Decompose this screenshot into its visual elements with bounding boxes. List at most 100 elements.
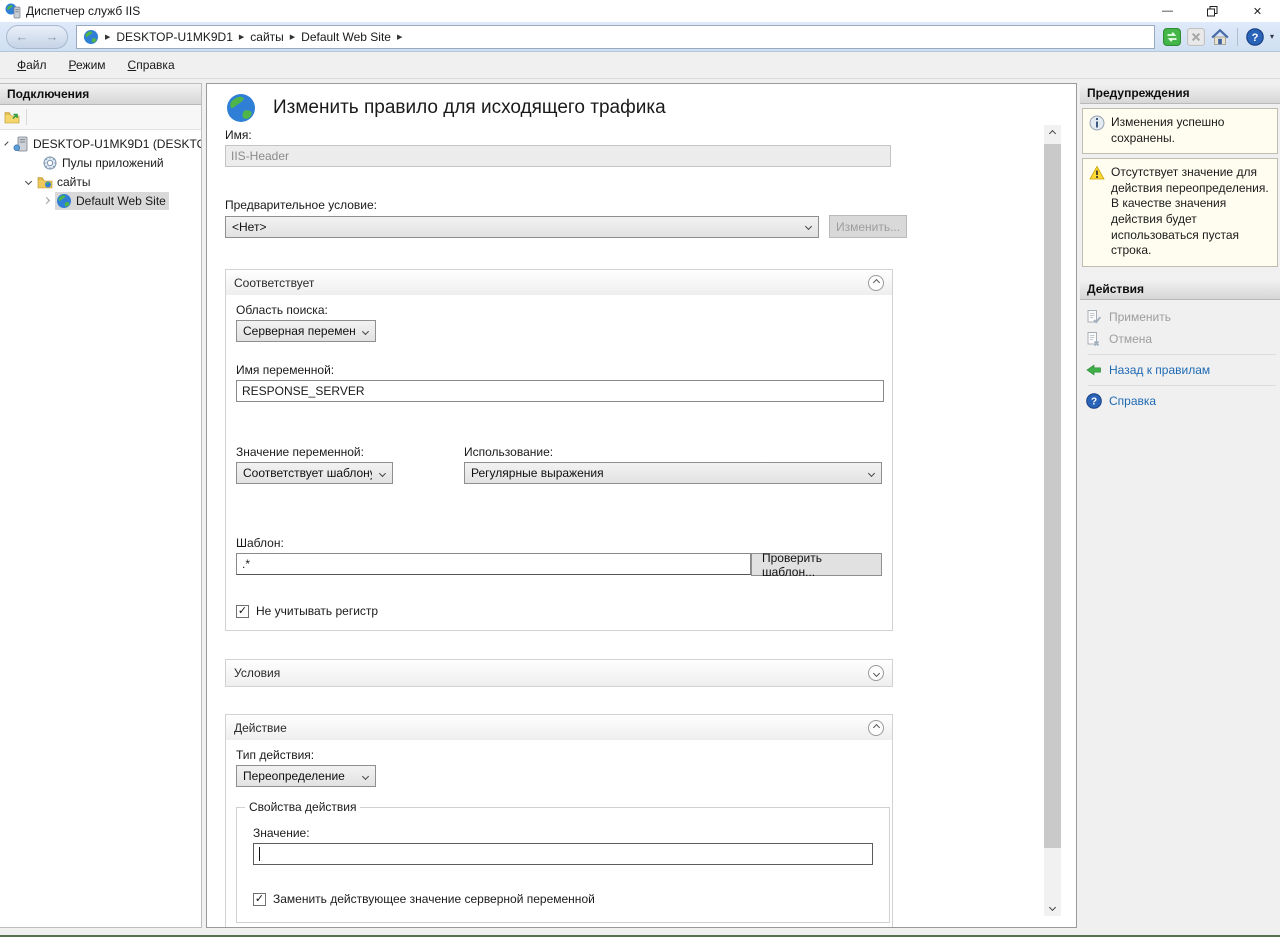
collapse-section-button[interactable] [868, 720, 884, 736]
navigation-toolbar: ← → ▶ DESKTOP-U1MK9D1 ▶ сайты ▶ Default … [0, 22, 1280, 52]
name-input: IIS-Header [225, 145, 891, 167]
help-action[interactable]: ? Справка [1086, 390, 1280, 412]
forward-arrow-icon[interactable]: → [46, 30, 59, 43]
globe-icon [83, 29, 99, 45]
pattern-input[interactable]: .* [236, 553, 751, 575]
tree-item-server[interactable]: DESKTOP-U1MK9D1 (DESKTOP [0, 134, 201, 153]
tree-item-app-pools[interactable]: Пулы приложений [0, 153, 201, 172]
variable-name-value: RESPONSE_SERVER [242, 384, 365, 398]
chevron-down-icon [362, 772, 369, 779]
title-bar: Диспетчер служб IIS — ✕ [0, 0, 1280, 22]
connections-toolbar [0, 105, 201, 130]
scope-select[interactable]: Серверная переменн [236, 320, 376, 342]
nav-back-forward: ← → [6, 25, 68, 49]
address-bar[interactable]: ▶ DESKTOP-U1MK9D1 ▶ сайты ▶ Default Web … [76, 25, 1155, 49]
expander-expanded-icon[interactable] [25, 178, 32, 185]
breadcrumb-server[interactable]: DESKTOP-U1MK9D1 [116, 30, 232, 44]
replace-value-label: Заменить действующее значение серверной … [273, 892, 595, 906]
variable-value-select[interactable]: Соответствует шаблону [236, 462, 393, 484]
connections-tree: DESKTOP-U1MK9D1 (DESKTOP Пулы приложений [0, 130, 201, 210]
match-section-header[interactable]: Соответствует [226, 270, 892, 295]
scroll-down-button[interactable] [1044, 899, 1061, 916]
page-header: Изменить правило для исходящего трафика [225, 92, 907, 124]
chevron-down-icon [362, 328, 369, 335]
collapse-section-button[interactable] [868, 275, 884, 291]
menu-file[interactable]: Файл [8, 55, 56, 75]
restore-button[interactable] [1190, 0, 1235, 22]
cancel-label: Отмена [1109, 332, 1152, 346]
tree-item-app-pools-label: Пулы приложений [62, 156, 164, 170]
breadcrumb-default-web-site[interactable]: Default Web Site [301, 30, 391, 44]
sites-folder-icon [37, 174, 53, 190]
scroll-up-button[interactable] [1044, 125, 1061, 142]
action-section-header[interactable]: Действие [226, 715, 892, 740]
value-input[interactable] [253, 843, 873, 865]
selected-tree-item: Default Web Site [55, 192, 169, 210]
precondition-value: <Нет> [232, 220, 266, 234]
vertical-scrollbar[interactable] [1044, 125, 1061, 916]
warning-icon [1089, 165, 1105, 181]
pattern-label: Шаблон: [236, 536, 882, 550]
action-type-select[interactable]: Переопределение [236, 765, 376, 787]
conditions-section-header[interactable]: Условия [226, 660, 892, 686]
ignore-case-checkbox[interactable]: ✓ Не учитывать регистр [236, 604, 882, 618]
action-section-title: Действие [234, 721, 287, 735]
app-pools-icon [42, 155, 58, 171]
action-section-body: Тип действия: Переопределение Свойства д… [226, 740, 892, 928]
cancel-icon [1086, 331, 1102, 347]
chevron-down-icon [379, 470, 386, 477]
back-to-rules-label: Назад к правилам [1109, 363, 1210, 377]
home-icon[interactable] [1211, 28, 1229, 46]
chevron-up-icon [872, 279, 879, 286]
menu-help[interactable]: Справка [119, 55, 184, 75]
scrollbar-thumb[interactable] [1044, 144, 1061, 848]
precondition-select[interactable]: <Нет> [225, 216, 819, 238]
apply-label: Применить [1109, 310, 1171, 324]
tree-item-default-web-site[interactable]: Default Web Site [0, 191, 201, 210]
minimize-button[interactable]: — [1145, 0, 1190, 22]
restart-icon[interactable] [1163, 28, 1181, 46]
match-section: Соответствует Область поиска: Серверная … [225, 269, 893, 631]
match-section-body: Область поиска: Серверная переменн Имя п… [226, 295, 892, 630]
expander-expanded-icon[interactable] [4, 141, 8, 145]
close-button[interactable]: ✕ [1235, 0, 1280, 22]
back-arrow-icon[interactable]: ← [16, 30, 29, 43]
svg-text:?: ? [1091, 396, 1097, 407]
tree-item-sites[interactable]: сайты [0, 172, 201, 191]
toolbar-separator [1237, 28, 1238, 46]
chevron-up-icon [872, 724, 879, 731]
tree-item-sites-label: сайты [57, 175, 91, 189]
action-section: Действие Тип действия: Переопределение С… [225, 714, 893, 928]
expand-section-button[interactable] [868, 665, 884, 681]
feature-globe-icon [225, 92, 257, 124]
info-icon [1089, 115, 1105, 131]
edit-precondition-button: Изменить... [829, 215, 907, 238]
window-title: Диспетчер служб IIS [26, 4, 140, 18]
save-connections-icon[interactable] [4, 109, 20, 125]
back-to-rules-action[interactable]: Назад к правилам [1086, 359, 1280, 381]
help-dropdown-icon[interactable]: ▾ [1270, 32, 1274, 41]
breadcrumb-sites[interactable]: сайты [250, 30, 284, 44]
website-globe-icon [56, 193, 72, 209]
scrollbar-track[interactable] [1044, 142, 1061, 899]
connections-pane: Подключения DES [0, 83, 202, 928]
page-title: Изменить правило для исходящего трафика [273, 97, 666, 119]
menu-view[interactable]: Режим [60, 55, 115, 75]
window-controls: — ✕ [1145, 0, 1280, 22]
usage-select[interactable]: Регулярные выражения [464, 462, 882, 484]
test-pattern-button[interactable]: Проверить шаблон... [751, 553, 882, 576]
variable-name-label: Имя переменной: [236, 363, 882, 377]
apply-icon [1086, 309, 1102, 325]
replace-value-checkbox[interactable]: ✓ Заменить действующее значение серверно… [253, 892, 873, 906]
breadcrumb-separator-icon: ▶ [105, 33, 110, 41]
precondition-label: Предварительное условие: [225, 198, 907, 212]
help-icon[interactable]: ? [1246, 28, 1264, 46]
connections-header: Подключения [0, 84, 201, 105]
toolbar-buttons: ? ▾ [1163, 28, 1274, 46]
variable-name-input[interactable]: RESPONSE_SERVER [236, 380, 884, 402]
actions-divider [1088, 385, 1276, 386]
tree-item-default-web-site-label: Default Web Site [76, 194, 166, 208]
actions-header: Действия [1080, 279, 1280, 300]
expander-collapsed-icon[interactable] [43, 197, 50, 204]
rule-form: Изменить правило для исходящего трафика … [207, 84, 907, 928]
